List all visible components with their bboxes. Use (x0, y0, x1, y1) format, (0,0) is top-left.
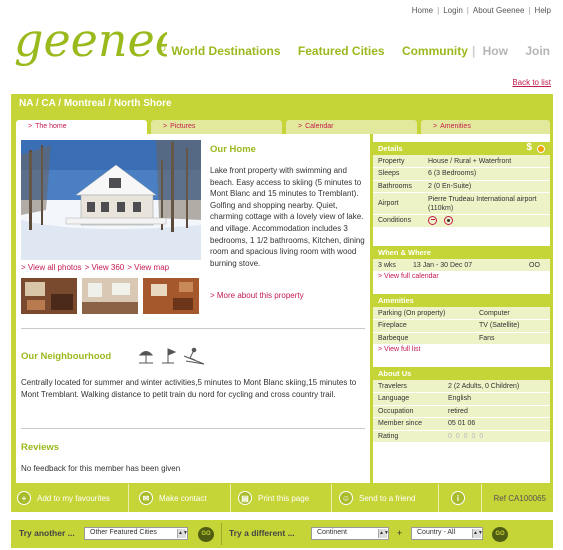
add-to-favourites-button[interactable]: + Add to my favourites (17, 490, 110, 506)
when-where-panel: When & Where 3 wks 13 Jan - 30 Dec 07 OO >… (373, 246, 550, 280)
amenities-header: Amenities (373, 294, 550, 307)
chevron-down-icon: ▲▼ (472, 529, 483, 538)
status-circle-icon (537, 145, 545, 153)
info-icon: i (451, 491, 465, 505)
tab-bar: > The home > Pictures > Calendar > Amenities (16, 120, 550, 134)
no-smoking-icon (428, 216, 437, 226)
rating-value: 0 0 0 0 0 (443, 430, 550, 443)
view-360-link[interactable]: > View 360 (85, 263, 125, 272)
nav-join[interactable]: Join (525, 44, 550, 58)
our-neighbourhood-description: Centrally located for summer and winter … (21, 378, 357, 399)
make-contact-button[interactable]: ✉ Make contact (139, 490, 207, 506)
reviews-text: No feedback for this member has been giv… (21, 464, 181, 473)
view-full-calendar-link[interactable]: > View full calendar (373, 272, 550, 280)
photo-links: > View all photos > View 360 > View map (21, 263, 172, 272)
details-row-bathrooms: Bathrooms 2 (0 En-Suite) (373, 180, 550, 193)
details-header: Details $ (373, 142, 550, 155)
plus-separator: + (397, 528, 403, 538)
thumbnail-3[interactable] (143, 278, 199, 314)
reference-code: Ref CA100065 (493, 494, 546, 503)
thumbnail-2[interactable] (82, 278, 138, 314)
about-us-table: Travelers 2 (2 Adults, 0 Children) Langua… (373, 380, 550, 443)
our-neighbourhood-title: Our Neighbourhood (21, 351, 112, 362)
amenities-table: Parking (On property) Computer Fireplace T… (373, 307, 550, 345)
breadcrumb: NA / CA / Montreal / North Shore (19, 98, 172, 109)
details-row-property: Property House / Rural + Waterfront (373, 155, 550, 168)
house-photo-image (21, 140, 201, 260)
nav-featured-cities[interactable]: Featured Cities (298, 44, 385, 58)
envelope-icon: ✉ (139, 491, 153, 505)
main-photo[interactable] (21, 140, 201, 260)
when-where-header: When & Where (373, 246, 550, 259)
nav-community[interactable]: Community (402, 44, 468, 58)
geenee-logo[interactable]: geenee (12, 6, 167, 76)
try-another-label: Try another ... (19, 528, 75, 538)
chevron-down-icon: ▲▼ (177, 529, 188, 538)
reviews-title: Reviews (21, 442, 60, 453)
main-nav: World Destinations Featured Cities Commu… (171, 44, 550, 58)
go-button-1[interactable]: GO (198, 527, 214, 542)
amenities-panel: Amenities Parking (On property) Computer … (373, 294, 550, 353)
main-content: > View all photos > View 360 > View map Ou… (16, 134, 370, 483)
view-map-link[interactable]: > View map (127, 263, 169, 272)
send-to-friend-button[interactable]: ☺ Send to a friend (339, 490, 415, 506)
neighbourhood-icons (138, 347, 205, 365)
sidebar: Details $ Property House / Rural + Waterf… (373, 134, 550, 483)
print-icon: ▤ (238, 491, 252, 505)
top-link-login[interactable]: Login (443, 6, 463, 15)
when-where-table: 3 wks 13 Jan - 30 Dec 07 OO (373, 259, 550, 272)
beach-umbrella-icon (138, 351, 154, 364)
back-to-list-link[interactable]: Back to list (512, 78, 551, 87)
nav-world-destinations[interactable]: World Destinations (171, 44, 280, 58)
featured-cities-select[interactable]: Other Featured Cities ▲▼ (84, 527, 188, 540)
about-us-panel: About Us Travelers 2 (2 Adults, 0 Childre… (373, 367, 550, 443)
details-table: Property House / Rural + Waterfront Sleep… (373, 155, 550, 228)
chevron-down-icon: ▲▼ (378, 529, 389, 538)
plus-icon: + (17, 491, 31, 505)
tab-pictures[interactable]: > Pictures (151, 120, 282, 134)
tab-calendar[interactable]: > Calendar (286, 120, 417, 134)
details-row-airport: Airport Pierre Trudeau International airp… (373, 192, 550, 215)
try-different-label: Try a different ... (229, 528, 295, 538)
our-home-title: Our Home (210, 144, 256, 155)
golf-icon (162, 348, 177, 364)
more-about-property-link[interactable]: > More about this property (210, 291, 304, 300)
details-panel: Details $ Property House / Rural + Waterf… (373, 142, 550, 228)
person-icon: ☺ (339, 491, 353, 505)
top-links: Home | Login | About Geenee | Help (411, 6, 551, 15)
top-link-help[interactable]: Help (535, 6, 551, 15)
divider (21, 428, 365, 429)
listing-frame: NA / CA / Montreal / North Shore > The ho… (11, 94, 553, 512)
no-pets-icon (443, 216, 453, 226)
top-link-home[interactable]: Home (412, 6, 433, 15)
details-row-sleeps: Sleeps 6 (3 Bedrooms) (373, 167, 550, 181)
svg-text:geenee: geenee (14, 13, 167, 67)
tab-amenities[interactable]: > Amenities (421, 120, 550, 134)
top-link-about[interactable]: About Geenee (473, 6, 525, 15)
bottom-search-bar: Try another ... Other Featured Cities ▲▼ … (11, 520, 553, 548)
continent-select[interactable]: Continent ▲▼ (311, 527, 389, 540)
thumbnail-1[interactable] (21, 278, 77, 314)
go-button-2[interactable]: GO (492, 527, 508, 542)
view-full-list-link[interactable]: > View full list (373, 345, 550, 353)
info-button[interactable]: i (451, 490, 471, 506)
our-home-description: Lake front property with swimming and be… (210, 166, 365, 268)
country-select[interactable]: Country - All ▲▼ (411, 527, 483, 540)
price-icon: $ (526, 142, 532, 153)
skiing-icon (183, 347, 205, 365)
tab-the-home[interactable]: > The home (16, 120, 147, 134)
nav-how[interactable]: How (483, 44, 508, 58)
details-row-conditions: Conditions (373, 214, 550, 228)
divider (21, 328, 365, 329)
print-page-button[interactable]: ▤ Print this page (238, 490, 309, 506)
about-us-header: About Us (373, 367, 550, 380)
actions-bar: + Add to my favourites ✉ Make contact ▤ Pri… (11, 484, 553, 512)
view-all-photos-link[interactable]: > View all photos (21, 263, 82, 272)
